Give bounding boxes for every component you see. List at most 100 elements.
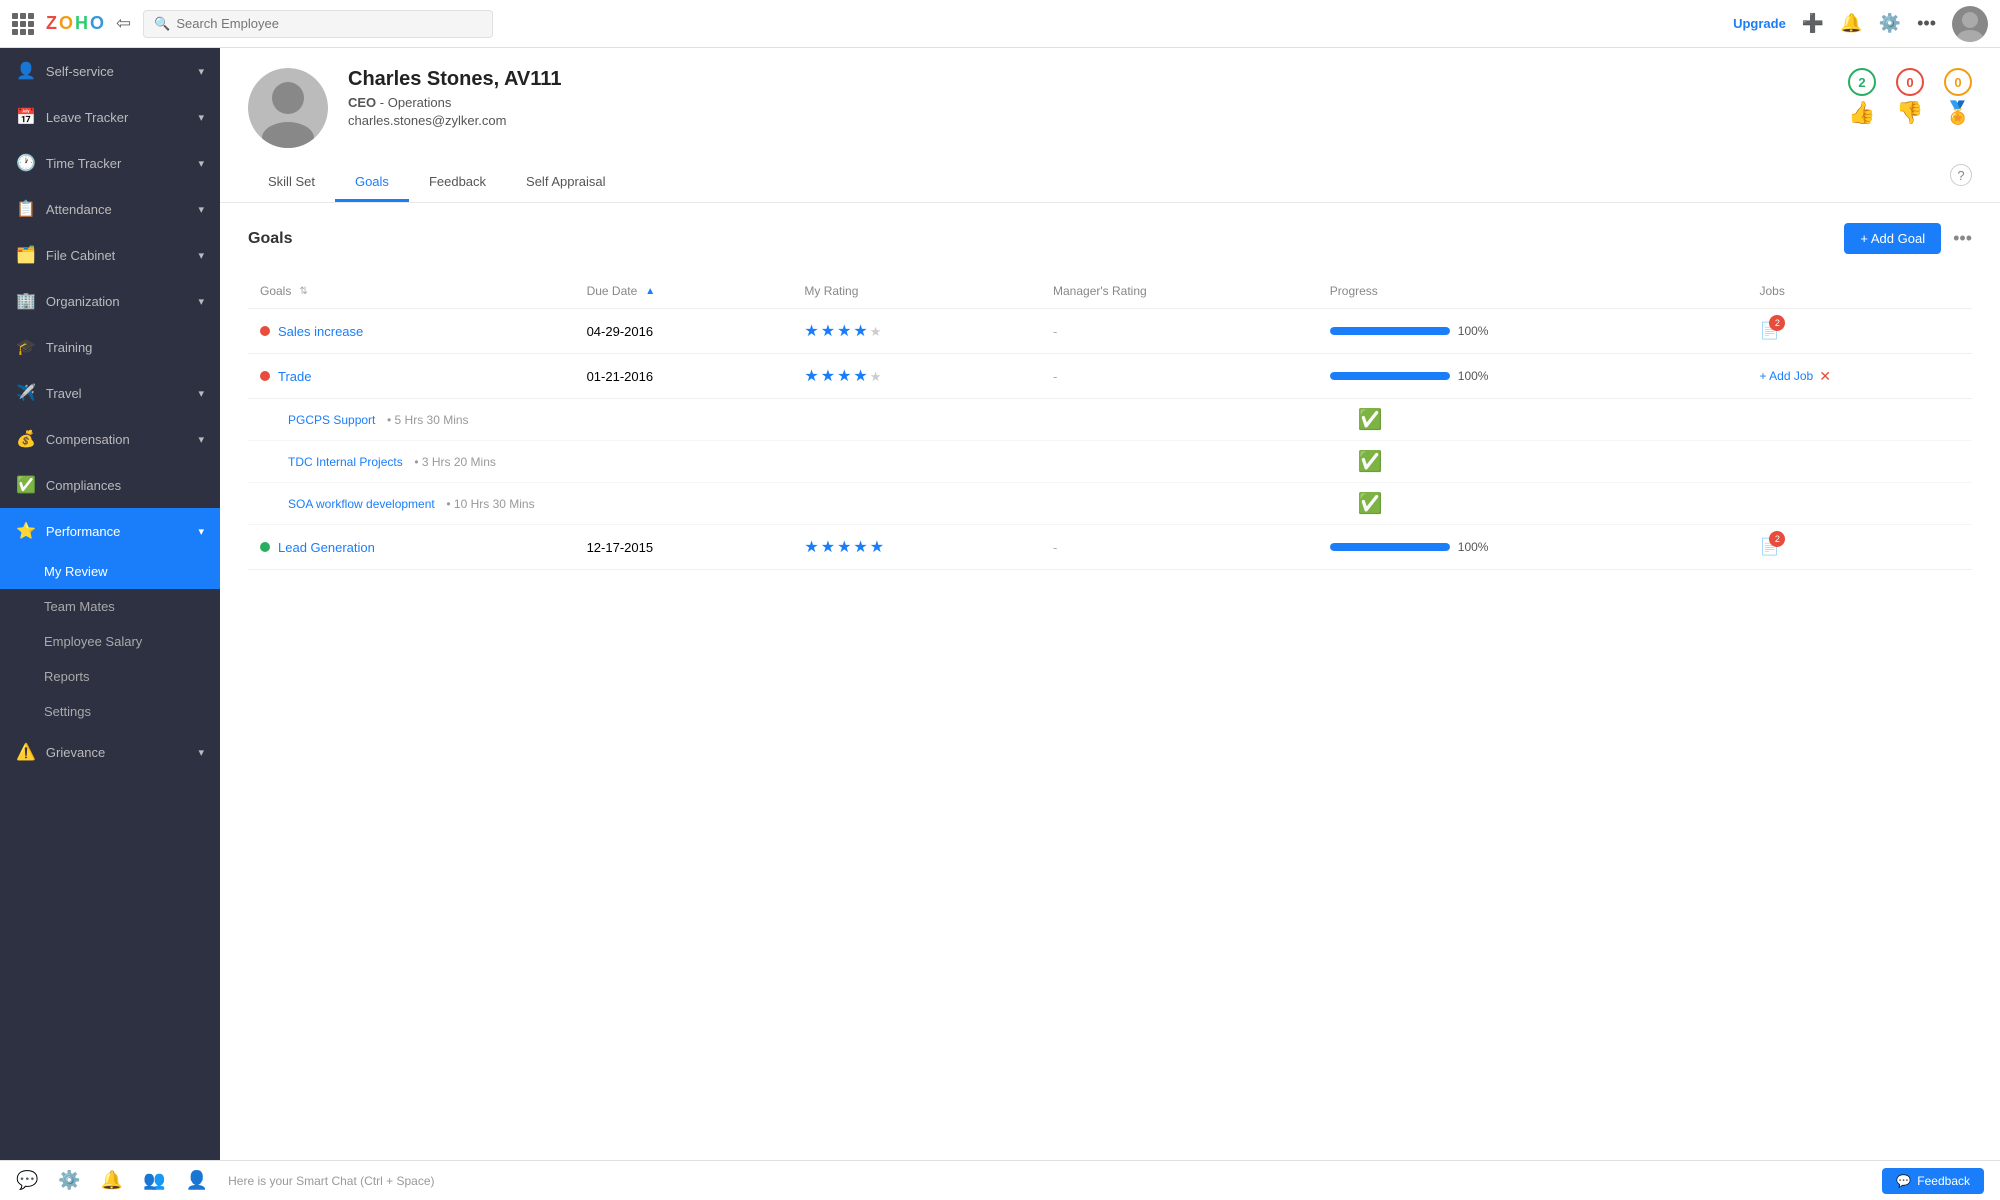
sidebar-item-compliances[interactable]: ✅ Compliances <box>0 462 220 508</box>
sidebar-item-leave-tracker[interactable]: 📅 Leave Tracker ▾ <box>0 94 220 140</box>
goals-sort-icon[interactable]: ⇅ <box>299 286 307 297</box>
progress-cell: 100% <box>1318 309 1748 354</box>
goals-more-button[interactable]: ••• <box>1953 228 1972 249</box>
sub-goal-name-link[interactable]: SOA workflow development <box>288 497 435 511</box>
progress-pct: 100% <box>1458 540 1489 554</box>
search-icon: 🔍 <box>154 16 170 32</box>
sidebar-item-label: Compliances <box>46 478 121 493</box>
managers-rating-cell: - <box>1041 525 1318 570</box>
help-icon[interactable]: ? <box>1950 164 1972 186</box>
due-date-sort-icon[interactable]: ▲ <box>645 286 655 297</box>
search-input[interactable] <box>176 16 482 31</box>
sidebar-item-time-tracker[interactable]: 🕐 Time Tracker ▾ <box>0 140 220 186</box>
add-goal-button[interactable]: + Add Goal <box>1844 223 1941 254</box>
sidebar-item-grievance[interactable]: ⚠️ Grievance ▾ <box>0 729 220 775</box>
status-dot-red <box>260 371 270 381</box>
notifications-icon[interactable]: 🔔 <box>1840 13 1862 34</box>
profile-name: Charles Stones, AV111 <box>348 68 1848 91</box>
check-icon: ✅ <box>1358 451 1383 473</box>
sidebar-item-compensation[interactable]: 💰 Compensation ▾ <box>0 416 220 462</box>
sidebar-item-training[interactable]: 🎓 Training <box>0 324 220 370</box>
sub-goal-jobs-cell <box>1747 399 1972 441</box>
thumbs-up-count: 2 <box>1848 68 1876 96</box>
award-count: 0 <box>1944 68 1972 96</box>
progress-cell: 100% <box>1318 525 1748 570</box>
check-icon: ✅ <box>1358 493 1383 515</box>
sub-goal-name-link[interactable]: TDC Internal Projects <box>288 455 403 469</box>
sidebar-item-team-mates[interactable]: Team Mates <box>0 589 220 624</box>
goals-header: Goals + Add Goal ••• <box>248 223 1972 254</box>
chevron-icon: ▾ <box>198 65 204 78</box>
col-progress: Progress <box>1318 274 1748 309</box>
sidebar-item-employee-salary[interactable]: Employee Salary <box>0 624 220 659</box>
goals-area: Goals + Add Goal ••• Goals ⇅ <box>220 203 2000 1160</box>
chevron-icon: ▾ <box>198 525 204 538</box>
goal-name-link[interactable]: Sales increase <box>278 324 363 339</box>
users-bottom-icon[interactable]: 👥 <box>143 1170 165 1191</box>
sidebar-item-my-review[interactable]: My Review <box>0 554 220 589</box>
jobs-icon[interactable]: 📄2 <box>1759 321 1779 341</box>
check-icon: ✅ <box>1358 409 1383 431</box>
goal-name-link[interactable]: Trade <box>278 369 311 384</box>
chevron-icon: ▾ <box>198 746 204 759</box>
compensation-icon: 💰 <box>16 429 36 449</box>
sidebar-sub-label: Reports <box>44 669 90 684</box>
tab-self-appraisal[interactable]: Self Appraisal <box>506 164 626 202</box>
sub-goal-name-link[interactable]: PGCPS Support <box>288 413 375 427</box>
profile-bottom-icon[interactable]: 👤 <box>186 1170 208 1191</box>
back-button[interactable]: ⇦ <box>116 13 131 34</box>
notification-bottom-icon[interactable]: 🔔 <box>101 1170 123 1191</box>
tab-feedback[interactable]: Feedback <box>409 164 506 202</box>
sidebar-item-settings[interactable]: Settings <box>0 694 220 729</box>
settings-icon[interactable]: ⚙️ <box>1879 13 1901 34</box>
chat-icon[interactable]: 💬 <box>16 1170 38 1191</box>
sidebar-item-attendance[interactable]: 📋 Attendance ▾ <box>0 186 220 232</box>
feedback-label: Feedback <box>1917 1174 1970 1188</box>
col-goals: Goals ⇅ <box>248 274 575 309</box>
more-options-icon[interactable]: ••• <box>1917 13 1936 34</box>
zoho-logo[interactable]: ZOHO <box>46 13 104 34</box>
settings-bottom-icon[interactable]: ⚙️ <box>58 1170 80 1191</box>
sidebar-item-label: Performance <box>46 524 120 539</box>
jobs-icon[interactable]: 📄2 <box>1759 537 1779 557</box>
tab-skill-set[interactable]: Skill Set <box>248 164 335 202</box>
sub-goal-row: PGCPS Support • 5 Hrs 30 Mins ✅ <box>248 399 1972 441</box>
user-avatar[interactable] <box>1952 6 1988 42</box>
sidebar-item-file-cabinet[interactable]: 🗂️ File Cabinet ▾ <box>0 232 220 278</box>
sidebar-item-self-service[interactable]: 👤 Self-service ▾ <box>0 48 220 94</box>
sidebar-sub-label: Settings <box>44 704 91 719</box>
my-rating-cell: ★★★★★ <box>792 309 1041 354</box>
sidebar-sub-label: My Review <box>44 564 108 579</box>
profile-email: charles.stones@zylker.com <box>348 113 1848 128</box>
tab-goals[interactable]: Goals <box>335 164 409 202</box>
sidebar-item-organization[interactable]: 🏢 Organization ▾ <box>0 278 220 324</box>
goals-table: Goals ⇅ Due Date ▲ My Rating Manager's R… <box>248 274 1972 570</box>
feedback-button[interactable]: 💬 Feedback <box>1882 1168 1984 1194</box>
sub-goal-check-cell: ✅ <box>1318 483 1748 525</box>
chevron-icon: ▾ <box>198 433 204 446</box>
apps-grid-icon[interactable] <box>12 13 34 35</box>
thumbs-down-icon: 👎 <box>1896 100 1923 126</box>
profile-header: Charles Stones, AV111 CEO - Operations c… <box>220 48 2000 203</box>
upgrade-button[interactable]: Upgrade <box>1733 16 1786 31</box>
goal-name-cell: Trade <box>248 354 575 399</box>
sub-goal-row: TDC Internal Projects • 3 Hrs 20 Mins ✅ <box>248 441 1972 483</box>
sub-goal-jobs-cell <box>1747 441 1972 483</box>
main-wrapper: 👤 Self-service ▾ 📅 Leave Tracker ▾ 🕐 Tim… <box>0 48 2000 1160</box>
leave-tracker-icon: 📅 <box>16 107 36 127</box>
sidebar-item-travel[interactable]: ✈️ Travel ▾ <box>0 370 220 416</box>
goals-title: Goals <box>248 230 292 248</box>
stars-filled: ★★★★ <box>804 368 869 385</box>
sub-goal-name-cell: TDC Internal Projects • 3 Hrs 20 Mins <box>248 441 1318 483</box>
sub-goal-name-cell: PGCPS Support • 5 Hrs 30 Mins <box>248 399 1318 441</box>
delete-job-button[interactable]: ✕ <box>1819 368 1831 385</box>
sub-goal-jobs-cell <box>1747 483 1972 525</box>
sidebar-item-label: Organization <box>46 294 120 309</box>
add-job-link[interactable]: + Add Job <box>1759 369 1813 383</box>
add-icon[interactable]: ➕ <box>1802 13 1824 34</box>
sidebar-item-reports[interactable]: Reports <box>0 659 220 694</box>
goal-name-link[interactable]: Lead Generation <box>278 540 375 555</box>
sidebar-item-performance[interactable]: ⭐ Performance ▾ <box>0 508 220 554</box>
col-my-rating: My Rating <box>792 274 1041 309</box>
profile-avatar <box>248 68 328 148</box>
